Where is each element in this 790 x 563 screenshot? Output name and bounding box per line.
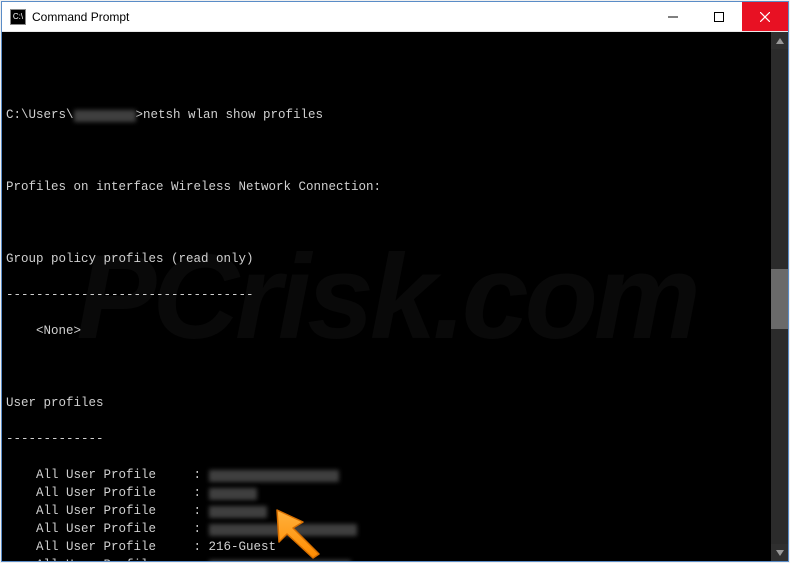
redacted-value: x [209, 560, 351, 561]
profile-row-label: All User Profile : [6, 540, 209, 554]
close-button[interactable] [742, 2, 788, 31]
profile-row: All User Profile : x [6, 502, 767, 520]
terminal-lines: C:\Users\xxxxxxx>netsh wlan show profile… [6, 88, 767, 561]
profile-row: All User Profile : x [6, 520, 767, 538]
scroll-thumb[interactable] [771, 269, 788, 329]
profile-row: All User Profile : x [6, 484, 767, 502]
dashes: ------------- [6, 430, 767, 448]
none-row: <None> [6, 322, 767, 340]
command-prompt-window: C:\ Command Prompt PCrisk.com C:\Users\x… [1, 1, 789, 562]
group-policy-title: Group policy profiles (read only) [6, 250, 767, 268]
scroll-track[interactable] [771, 49, 788, 544]
profile-row: All User Profile : x [6, 466, 767, 484]
profile-row-label: All User Profile : [6, 504, 209, 518]
profile-row: All User Profile : 216-Guest [6, 538, 767, 556]
redacted-value: x [209, 488, 257, 500]
dashes: --------------------------------- [6, 286, 767, 304]
terminal-output[interactable]: PCrisk.com C:\Users\xxxxxxx>netsh wlan s… [2, 32, 771, 561]
profile-row-label: All User Profile : [6, 558, 209, 561]
titlebar[interactable]: C:\ Command Prompt [2, 2, 788, 32]
minimize-button[interactable] [650, 2, 696, 31]
redacted-value: x [209, 506, 267, 518]
cmd-icon: C:\ [10, 9, 26, 25]
command-text: netsh wlan show profiles [143, 108, 323, 122]
profile-row-label: All User Profile : [6, 486, 209, 500]
redacted-user: xxxxxxx [74, 110, 136, 122]
window-controls [650, 2, 788, 31]
profile-row: All User Profile : x [6, 556, 767, 561]
scroll-down-arrow[interactable] [771, 544, 788, 561]
profile-row-label: All User Profile : [6, 468, 209, 482]
maximize-button[interactable] [696, 2, 742, 31]
user-profiles-title: User profiles [6, 394, 767, 412]
content-area: PCrisk.com C:\Users\xxxxxxx>netsh wlan s… [2, 32, 788, 561]
profile-row-label: All User Profile : [6, 522, 209, 536]
prompt-path: C:\Users\ [6, 108, 74, 122]
vertical-scrollbar[interactable] [771, 32, 788, 561]
scroll-up-arrow[interactable] [771, 32, 788, 49]
profile-value: 216-Guest [209, 540, 277, 554]
redacted-value: x [209, 524, 357, 536]
redacted-value: x [209, 470, 339, 482]
interface-heading: Profiles on interface Wireless Network C… [6, 178, 767, 196]
window-title: Command Prompt [32, 10, 650, 24]
